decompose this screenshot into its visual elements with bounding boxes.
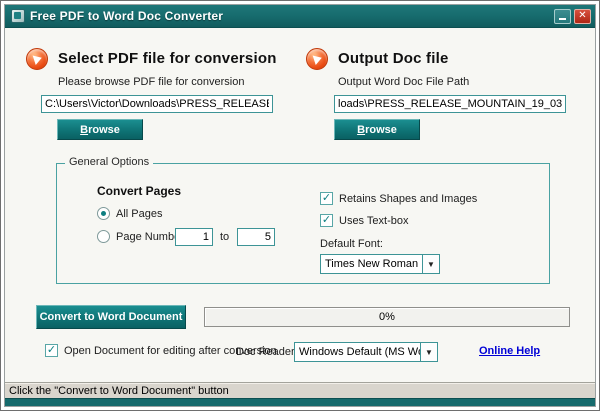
doc-reader-select[interactable]: Windows Default (MS Word) ▼ bbox=[294, 342, 438, 362]
pdf-section-heading: Select PDF file for conversion bbox=[58, 50, 277, 67]
default-font-select[interactable]: Times New Roman ▼ bbox=[320, 254, 440, 274]
app-icon bbox=[11, 9, 25, 23]
all-pages-radio[interactable]: All Pages bbox=[97, 207, 162, 220]
progress-value: 0% bbox=[379, 311, 395, 323]
all-pages-radio-label: All Pages bbox=[116, 208, 162, 220]
pdf-path-input[interactable] bbox=[41, 95, 273, 113]
radio-selected-icon bbox=[97, 207, 110, 220]
doc-reader-label: Doc Reader: bbox=[236, 346, 298, 358]
status-bar-text: Click the "Convert to Word Document" but… bbox=[9, 385, 229, 397]
close-button[interactable]: ✕ bbox=[574, 9, 591, 24]
play-icon bbox=[26, 48, 48, 70]
pdf-browse-label: Please browse PDF file for conversion bbox=[58, 76, 244, 88]
checkbox-checked-icon: ✓ bbox=[45, 344, 58, 357]
uses-textbox-checkbox[interactable]: ✓ Uses Text-box bbox=[320, 214, 409, 227]
screenshot-frame: Free PDF to Word Doc Converter ✕ Select … bbox=[0, 0, 600, 411]
pdf-browse-button-label: Browse bbox=[80, 124, 120, 136]
window-bottom-strip bbox=[5, 398, 595, 406]
page-number-radio-label: Page Number bbox=[116, 231, 184, 243]
page-range-to-label: to bbox=[220, 231, 229, 243]
main-content: Select PDF file for conversion Please br… bbox=[5, 28, 595, 382]
chevron-down-icon[interactable]: ▼ bbox=[420, 343, 437, 361]
play-arrow-icon bbox=[313, 53, 324, 65]
progress-bar: 0% bbox=[204, 307, 570, 327]
output-section-heading: Output Doc file bbox=[338, 50, 449, 67]
app-window: Free PDF to Word Doc Converter ✕ Select … bbox=[4, 4, 596, 407]
convert-button-label: Convert to Word Document bbox=[40, 311, 183, 323]
minimize-button[interactable] bbox=[554, 9, 571, 24]
output-path-label: Output Word Doc File Path bbox=[338, 76, 469, 88]
status-bar: Click the "Convert to Word Document" but… bbox=[5, 382, 595, 398]
page-from-input[interactable] bbox=[175, 228, 213, 246]
checkbox-checked-icon: ✓ bbox=[320, 214, 333, 227]
retains-shapes-checkbox[interactable]: ✓ Retains Shapes and Images bbox=[320, 192, 477, 205]
convert-pages-label: Convert Pages bbox=[97, 184, 181, 198]
default-font-value: Times New Roman bbox=[321, 255, 422, 273]
output-browse-button-label: Browse bbox=[357, 124, 397, 136]
minimize-icon bbox=[559, 18, 566, 20]
doc-reader-value: Windows Default (MS Word) bbox=[295, 343, 420, 361]
play-arrow-icon bbox=[33, 53, 44, 65]
online-help-link[interactable]: Online Help bbox=[479, 345, 540, 357]
output-browse-button[interactable]: Browse bbox=[334, 119, 420, 140]
close-icon: ✕ bbox=[578, 11, 586, 21]
radio-unselected-icon bbox=[97, 230, 110, 243]
convert-button[interactable]: Convert to Word Document bbox=[36, 305, 186, 329]
page-number-radio[interactable]: Page Number bbox=[97, 230, 184, 243]
window-title: Free PDF to Word Doc Converter bbox=[30, 9, 551, 23]
retains-shapes-label: Retains Shapes and Images bbox=[339, 193, 477, 205]
pdf-browse-button[interactable]: Browse bbox=[57, 119, 143, 140]
output-path-input[interactable] bbox=[334, 95, 566, 113]
general-options-group: General Options Convert Pages All Pages … bbox=[56, 163, 550, 284]
checkbox-checked-icon: ✓ bbox=[320, 192, 333, 205]
titlebar[interactable]: Free PDF to Word Doc Converter ✕ bbox=[5, 5, 595, 28]
uses-textbox-label: Uses Text-box bbox=[339, 215, 409, 227]
play-icon bbox=[306, 48, 328, 70]
general-options-legend: General Options bbox=[65, 156, 153, 168]
page-to-input[interactable] bbox=[237, 228, 275, 246]
default-font-label: Default Font: bbox=[320, 238, 383, 250]
chevron-down-icon[interactable]: ▼ bbox=[422, 255, 439, 273]
